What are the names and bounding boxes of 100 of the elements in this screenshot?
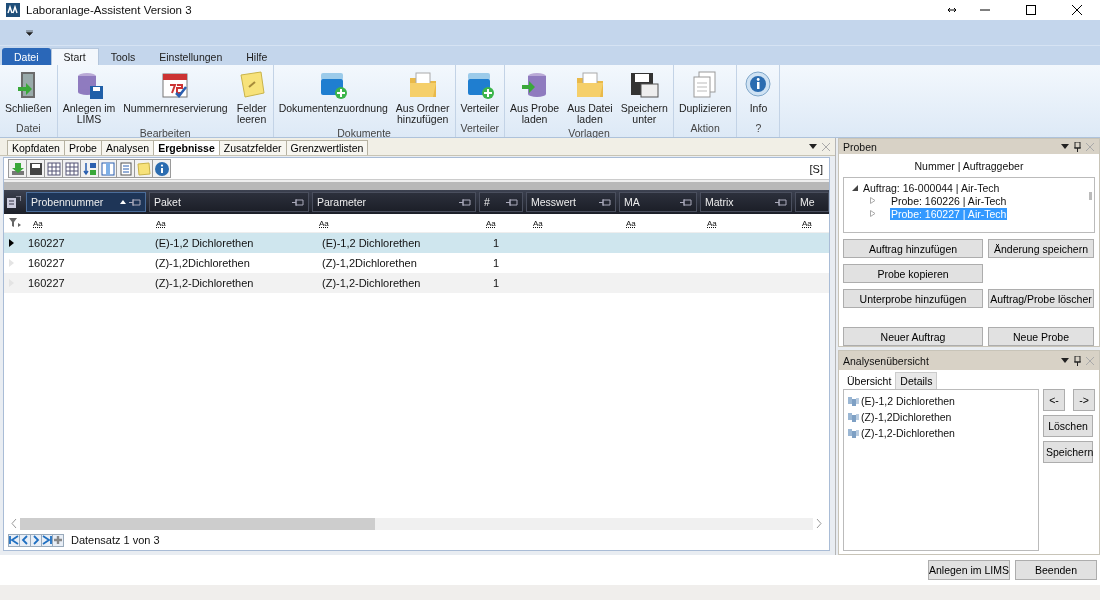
ribbon-button[interactable]: Verteiler <box>456 67 504 122</box>
scrollbar-thumb[interactable] <box>1089 192 1092 200</box>
footer-button[interactable]: Anlegen im LIMS <box>928 560 1010 580</box>
column-header[interactable]: Me <box>795 192 829 212</box>
plus-icon <box>53 535 63 545</box>
close-icon <box>1072 5 1082 15</box>
filter-operator[interactable]: Aa <box>529 218 543 228</box>
ribbon-tab[interactable]: Tools <box>98 48 148 65</box>
ribbon-button[interactable]: Aus Ordner hinzufügen <box>391 67 454 127</box>
pin-icon[interactable] <box>1074 141 1081 152</box>
column-header[interactable]: Matrix <box>700 192 792 212</box>
ribbon-button[interactable]: Aus Probe laden <box>506 67 564 127</box>
action-button[interactable]: Unterprobe hinzufügen <box>843 289 983 308</box>
action-button[interactable]: Auftrag/Probe löscher <box>988 289 1094 308</box>
dropdown-icon[interactable] <box>809 144 817 149</box>
ribbon-tab[interactable]: Start <box>50 48 99 65</box>
resize-icon <box>948 7 956 13</box>
ribbon-button[interactable]: Aus Datei laden <box>563 67 617 127</box>
table-row[interactable]: 160227 (Z)-1,2-Dichlorethen (Z)-1,2-Dichlorethen 1 <box>4 273 829 293</box>
first-icon <box>9 535 19 545</box>
filter-operator[interactable]: Aa <box>152 218 166 228</box>
scroll-left-icon[interactable] <box>11 519 17 528</box>
action-button[interactable]: Löschen <box>1043 415 1093 437</box>
action-button[interactable]: Speichern <box>1043 441 1093 463</box>
analysis-item[interactable]: (E)-1,2 Dichlorethen <box>861 395 955 407</box>
ribbon-button[interactable]: Dokumentenzuordnung <box>274 67 392 127</box>
sort-ascending-icon <box>120 200 126 204</box>
action-button[interactable]: Auftrag hinzufügen <box>843 239 983 258</box>
dropdown-icon[interactable] <box>1061 358 1069 363</box>
filter-operator[interactable]: Aa <box>622 218 636 228</box>
ribbon-button[interactable]: Schließen <box>1 67 56 122</box>
move-button[interactable]: <- <box>1043 389 1065 411</box>
table-row[interactable]: 160227 (Z)-1,2Dichlorethen (Z)-1,2Dichlorethen 1 <box>4 253 829 273</box>
ribbon-button[interactable]: Speichern unter <box>616 67 672 127</box>
panel-tab[interactable]: Details <box>895 372 938 389</box>
panel-title: Analysenübersicht <box>843 354 929 367</box>
action-button[interactable]: Änderung speichern <box>988 239 1094 258</box>
add-record-button[interactable] <box>52 533 64 547</box>
action-button[interactable]: Probe kopieren <box>843 264 983 283</box>
document-tab[interactable]: Zusatzfelder <box>218 140 287 155</box>
dropdown-icon[interactable] <box>1061 144 1069 149</box>
document-tab[interactable]: Grenzwertlisten <box>285 140 369 155</box>
analysis-item[interactable]: (Z)-1,2-Dichlorethen <box>861 427 955 439</box>
pin-icon[interactable] <box>292 198 304 206</box>
first-record-button[interactable] <box>8 533 20 547</box>
pin-icon[interactable] <box>506 198 518 206</box>
filter-icon[interactable] <box>9 218 21 228</box>
ribbon-button[interactable]: Duplizieren <box>674 67 736 122</box>
expander-icon[interactable] <box>852 184 858 191</box>
table-cell: (Z)-1,2Dichlorethen <box>322 257 417 269</box>
table-icon <box>45 160 62 177</box>
tree-item[interactable]: Auftrag: 16-000044 | Air-Tech <box>862 181 1001 194</box>
analysis-item[interactable]: (Z)-1,2Dichlorethen <box>861 411 952 423</box>
ribbon-button[interactable]: Info <box>738 67 779 122</box>
column-header[interactable]: Paket <box>149 192 309 212</box>
filter-operator[interactable]: Aa <box>482 218 496 228</box>
ribbon-button[interactable]: Nummernreservierung <box>119 67 232 127</box>
ribbon-tab[interactable]: Datei <box>2 48 51 65</box>
action-button[interactable]: Neue Probe <box>988 327 1094 346</box>
next-record-button[interactable] <box>30 533 42 547</box>
ribbon-tab[interactable]: Einstellungen <box>147 48 235 65</box>
pin-icon[interactable] <box>459 198 471 206</box>
document-tab[interactable]: Kopfdaten <box>7 140 65 155</box>
column-header[interactable]: Parameter <box>312 192 476 212</box>
column-header[interactable]: Messwert <box>526 192 616 212</box>
footer-button[interactable]: Beenden <box>1015 560 1097 580</box>
column-chooser-icon[interactable] <box>7 196 21 208</box>
document-tab[interactable]: Probe <box>63 140 102 155</box>
action-button[interactable]: Neuer Auftrag <box>843 327 983 346</box>
previous-record-button[interactable] <box>19 533 31 547</box>
column-header[interactable]: # <box>479 192 523 212</box>
scrollbar-thumb[interactable] <box>20 517 375 530</box>
maximize-icon <box>1026 5 1036 15</box>
ribbon-button[interactable]: Felder leeren <box>231 67 272 127</box>
tree-item[interactable]: Probe: 160226 | Air-Tech <box>890 194 1008 207</box>
scroll-right-icon[interactable] <box>816 519 822 528</box>
pin-icon[interactable] <box>599 198 611 206</box>
table-cell: 1 <box>493 257 500 269</box>
pin-icon[interactable] <box>775 198 787 206</box>
pin-icon[interactable] <box>1074 355 1081 366</box>
column-header[interactable]: MA <box>619 192 697 212</box>
ribbon-tab[interactable]: Hilfe <box>234 48 280 65</box>
filter-operator[interactable]: Aa <box>798 218 812 228</box>
ribbon-button[interactable]: Anlegen im LIMS <box>58 67 120 127</box>
flask-icon <box>848 412 860 422</box>
panel-tab[interactable]: Übersicht <box>843 372 896 389</box>
quick-access-dropdown[interactable] <box>24 27 35 38</box>
last-record-button[interactable] <box>41 533 53 547</box>
filter-operator[interactable]: Aa <box>29 218 43 228</box>
column-header[interactable]: Probennummer <box>26 192 146 212</box>
table-row[interactable]: 160227 (E)-1,2 Dichlorethen (E)-1,2 Dichlorethen 1 <box>4 233 829 253</box>
pin-icon[interactable] <box>680 198 692 206</box>
document-tab[interactable]: Ergebnisse <box>153 140 220 155</box>
filter-operator[interactable]: Aa <box>315 218 329 228</box>
toolbar-button[interactable] <box>152 159 171 178</box>
flask-icon <box>848 396 860 406</box>
filter-operator[interactable]: Aa <box>703 218 717 228</box>
move-button[interactable]: -> <box>1073 389 1095 411</box>
pin-icon[interactable] <box>129 198 141 206</box>
document-tab[interactable]: Analysen <box>100 140 155 155</box>
